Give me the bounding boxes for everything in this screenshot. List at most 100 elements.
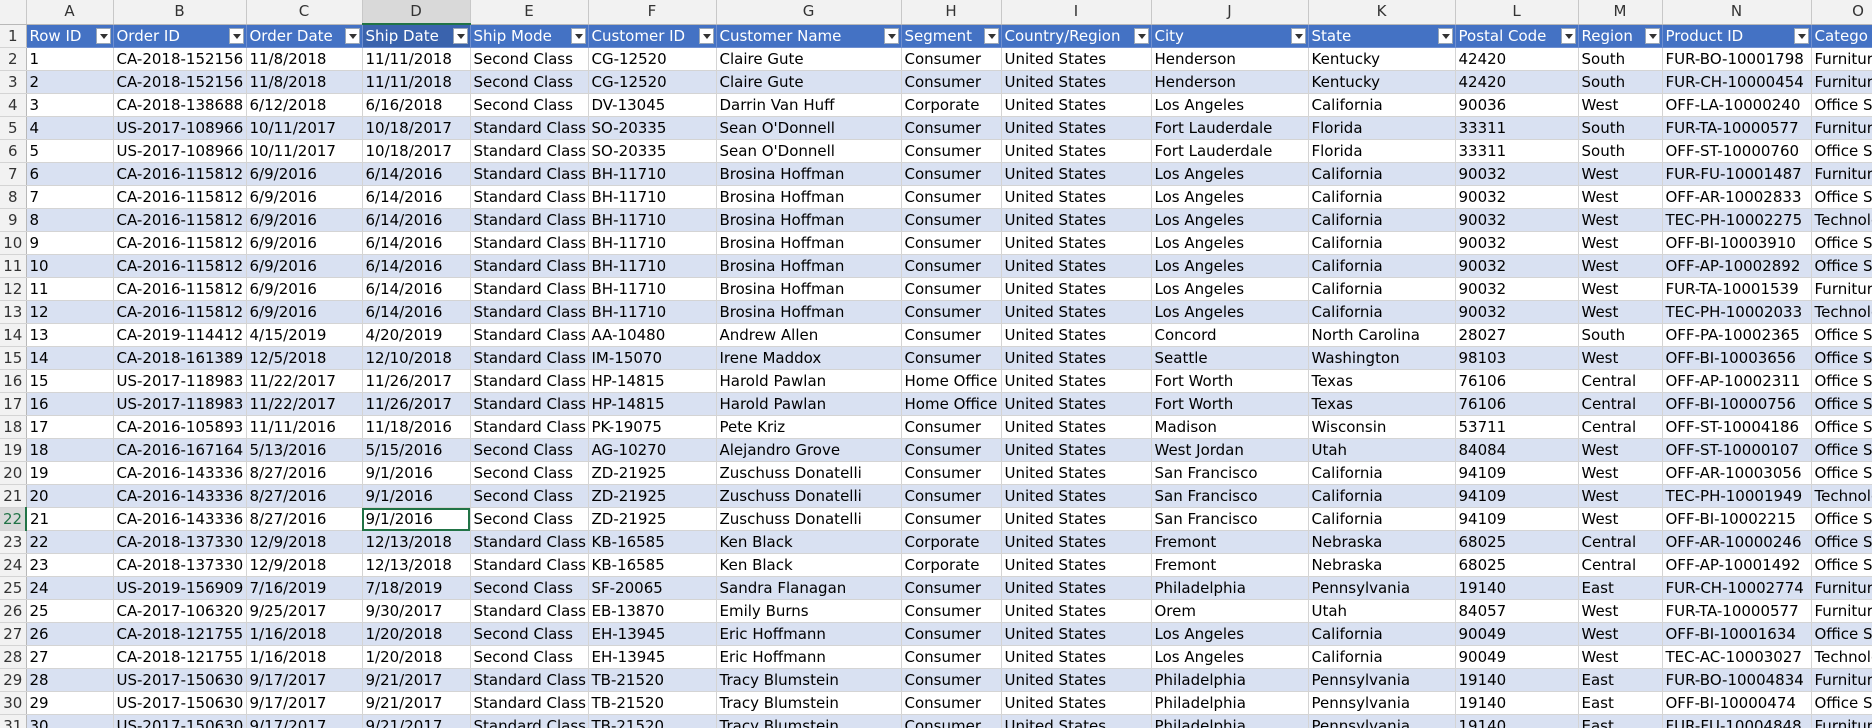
field-header-cell[interactable]: Customer ID [588,24,717,48]
field-header-cell[interactable]: Postal Code [1455,24,1579,48]
table-cell[interactable]: Furnitur [1811,277,1872,301]
column-header-b[interactable]: B [113,0,247,25]
table-cell[interactable]: California [1308,622,1456,646]
table-cell[interactable]: Office Su [1811,507,1872,531]
table-cell[interactable]: Emily Burns [716,599,902,623]
table-cell[interactable]: Philadelphia [1151,576,1309,600]
table-cell[interactable]: Consumer [901,70,1002,94]
table-cell[interactable]: TB-21520 [588,691,717,715]
table-cell[interactable]: South [1578,323,1663,347]
table-cell[interactable]: 14 [26,346,114,370]
table-cell[interactable]: West [1578,622,1663,646]
table-cell[interactable]: CA-2016-115812 [113,231,247,255]
filter-dropdown-icon[interactable] [1290,27,1306,44]
table-cell[interactable]: 68025 [1455,553,1579,577]
table-cell[interactable]: Consumer [901,47,1002,71]
table-cell[interactable]: United States [1001,277,1152,301]
table-cell[interactable]: US-2017-150630 [113,714,247,728]
table-cell[interactable]: 2 [26,70,114,94]
table-cell[interactable]: 90049 [1455,622,1579,646]
table-cell[interactable]: HP-14815 [588,369,717,393]
table-cell[interactable]: Office Su [1811,622,1872,646]
table-cell[interactable]: Los Angeles [1151,162,1309,186]
table-cell[interactable]: West [1578,346,1663,370]
table-cell[interactable]: Irene Maddox [716,346,902,370]
table-cell[interactable]: FUR-TA-10000577 [1662,599,1812,623]
table-cell[interactable]: West [1578,484,1663,508]
table-cell[interactable]: United States [1001,323,1152,347]
table-cell[interactable]: 23 [26,553,114,577]
table-cell[interactable]: 11/11/2016 [246,415,363,439]
table-cell[interactable]: 90032 [1455,277,1579,301]
table-cell[interactable]: CA-2016-105893 [113,415,247,439]
filter-dropdown-icon[interactable] [1793,27,1809,44]
row-header[interactable]: 14 [0,323,27,347]
table-cell[interactable]: United States [1001,162,1152,186]
table-cell[interactable]: CA-2016-115812 [113,277,247,301]
table-cell[interactable]: 33311 [1455,139,1579,163]
table-cell[interactable]: Standard Class [470,300,589,324]
filter-dropdown-icon[interactable] [1437,27,1453,44]
table-cell[interactable]: Eric Hoffmann [716,645,902,669]
table-cell[interactable]: United States [1001,691,1152,715]
table-cell[interactable]: 10/11/2017 [246,139,363,163]
table-cell[interactable]: OFF-ST-10004186 [1662,415,1812,439]
table-cell[interactable]: Kentucky [1308,47,1456,71]
table-cell[interactable]: 11/11/2018 [362,47,471,71]
table-cell[interactable]: Standard Class [470,231,589,255]
table-cell[interactable]: West [1578,93,1663,117]
table-cell[interactable]: West [1578,162,1663,186]
table-cell[interactable]: United States [1001,93,1152,117]
table-cell[interactable]: Pennsylvania [1308,668,1456,692]
field-header-cell[interactable]: Country/Region [1001,24,1152,48]
select-all-corner[interactable] [0,0,27,25]
filter-dropdown-icon[interactable] [698,27,714,44]
table-cell[interactable]: 9/17/2017 [246,668,363,692]
table-cell[interactable]: Ken Black [716,553,902,577]
table-cell[interactable]: Claire Gute [716,70,902,94]
table-cell[interactable]: ZD-21925 [588,507,717,531]
table-cell[interactable]: 11/8/2018 [246,47,363,71]
filter-dropdown-icon[interactable] [1133,27,1149,44]
table-cell[interactable]: 84084 [1455,438,1579,462]
table-cell[interactable]: 90036 [1455,93,1579,117]
table-cell[interactable]: 8 [26,208,114,232]
table-cell[interactable]: OFF-PA-10002365 [1662,323,1812,347]
table-cell[interactable]: TB-21520 [588,714,717,728]
table-cell[interactable]: 6/9/2016 [246,300,363,324]
table-cell[interactable]: Corporate [901,553,1002,577]
row-header[interactable]: 27 [0,622,27,646]
table-cell[interactable]: California [1308,461,1456,485]
table-cell[interactable]: Central [1578,553,1663,577]
table-cell[interactable]: East [1578,691,1663,715]
field-header-cell[interactable]: Ship Mode [470,24,589,48]
table-cell[interactable]: 6 [26,162,114,186]
table-cell[interactable]: Consumer [901,116,1002,140]
table-cell[interactable]: 33311 [1455,116,1579,140]
table-cell[interactable]: 5 [26,139,114,163]
table-cell[interactable]: Fremont [1151,553,1309,577]
row-header[interactable]: 21 [0,484,27,508]
table-cell[interactable]: Office Su [1811,323,1872,347]
table-cell[interactable]: 4/20/2019 [362,323,471,347]
table-cell[interactable]: Office Su [1811,415,1872,439]
table-cell[interactable]: Pennsylvania [1308,691,1456,715]
table-cell[interactable]: 11/8/2018 [246,70,363,94]
row-header[interactable]: 12 [0,277,27,301]
table-cell[interactable]: San Francisco [1151,507,1309,531]
table-cell[interactable]: United States [1001,300,1152,324]
row-header[interactable]: 9 [0,208,27,232]
table-cell[interactable]: 42420 [1455,70,1579,94]
table-cell[interactable]: West [1578,507,1663,531]
table-cell[interactable]: 11/26/2017 [362,392,471,416]
table-cell[interactable]: California [1308,208,1456,232]
table-cell[interactable]: US-2019-156909 [113,576,247,600]
table-cell[interactable]: United States [1001,369,1152,393]
table-cell[interactable]: United States [1001,254,1152,278]
table-cell[interactable]: Furnitur [1811,47,1872,71]
table-cell[interactable]: Technolo [1811,484,1872,508]
table-cell[interactable]: Office Su [1811,461,1872,485]
table-cell[interactable]: Nebraska [1308,553,1456,577]
table-cell[interactable]: Consumer [901,139,1002,163]
table-cell[interactable]: CA-2018-152156 [113,47,247,71]
